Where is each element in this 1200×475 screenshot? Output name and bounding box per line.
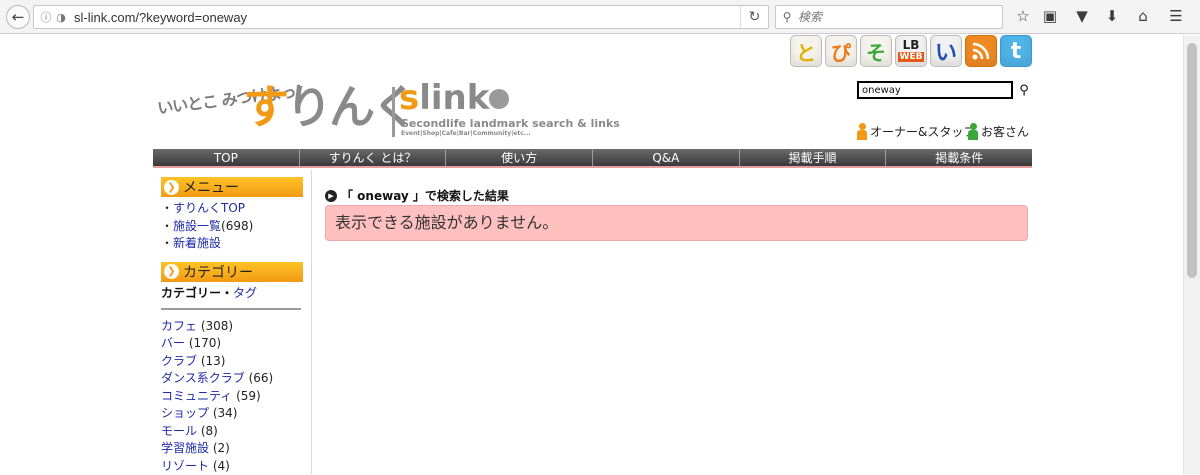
category-heading: ❯ カテゴリー [161,262,303,282]
site-search-input[interactable] [857,81,1013,99]
guest-link[interactable]: お客さん [968,122,1029,140]
nav-top[interactable]: TOP [153,149,300,166]
home-icon[interactable]: ⌂ [1133,6,1153,26]
category-item[interactable]: ショップ (34) [161,405,303,423]
twitter-icon[interactable]: t [1000,35,1032,67]
category-list: カフェ (308) バー (170) クラブ (13) ダンス系クラブ (66)… [161,318,303,475]
search-icon: ⚲ [1019,83,1029,98]
person-orange-icon [857,123,867,140]
logo-en-big: slink [399,79,489,117]
sidebar: ❯ メニュー ・すりんくTOP ・施設一覧(698) ・新着施設 ❯ カテゴリー… [161,177,303,475]
result-heading: ▶ 「 oneway 」で検索した結果 [325,187,509,204]
pocket-icon[interactable]: ▼ [1072,6,1092,26]
downloads-icon[interactable]: ⬇ [1102,6,1122,26]
no-results-message: 表示できる施設がありません。 [325,205,1028,241]
globe-icon [489,89,509,109]
scrollbar-thumb[interactable] [1187,43,1197,278]
menu-item[interactable]: ・施設一覧(698) [161,218,303,236]
menu-hamburger-icon[interactable]: ☰ [1166,6,1186,26]
category-item[interactable]: 学習施設 (2) [161,440,303,458]
back-arrow-icon: ← [12,8,25,26]
nav-listing-steps[interactable]: 掲載手順 [740,149,887,166]
search-icon: ⚲ [776,10,798,24]
library-icon[interactable]: ▣ [1040,6,1060,26]
site-logo[interactable]: いいとこ みつけよっ! すりんく slink Secondlife landma… [157,85,597,141]
reload-button[interactable]: ↻ [740,6,768,28]
content-divider [311,170,312,474]
arrow-right-icon: ❯ [164,180,179,195]
tab-tag[interactable]: タグ [233,286,257,300]
logo-jp-big: すりんく [243,81,415,133]
info-icon[interactable]: ⓘ [38,9,54,25]
owner-staff-link[interactable]: オーナー&スタッフ [857,122,975,140]
shield-icon[interactable]: ◑ [54,11,68,24]
social-so-icon[interactable]: そ [860,35,892,67]
logo-subtagline: Event|Shop|Cafe|Bar|Community|etc... [401,130,531,137]
browser-search-input[interactable] [798,10,993,24]
sidebar-divider [161,308,301,310]
social-lbweb-icon[interactable]: LB WEB [895,35,927,67]
category-item[interactable]: リゾート (4) [161,458,303,475]
rss-glyph-icon [972,42,990,60]
logo-tagline: Secondlife landmark search & links [401,117,620,130]
back-button[interactable]: ← [6,5,30,29]
category-tabs: カテゴリー・タグ [161,285,303,302]
menu-heading: ❯ メニュー [161,177,303,197]
url-text[interactable]: sl-link.com/?keyword=oneway [74,10,247,25]
social-pi-icon[interactable]: ぴ [825,35,857,67]
page-content: と ぴ そ LB WEB い t いいとこ みつけよっ! すりんく slink … [0,35,1200,474]
category-item[interactable]: モール (8) [161,423,303,441]
nav-qa[interactable]: Q&A [593,149,740,166]
main-nav: TOP すりんく とは？ 使い方 Q&A 掲載手順 掲載条件 [153,149,1032,168]
category-item[interactable]: バー (170) [161,335,303,353]
person-green-icon [968,123,978,140]
logo-divider [392,87,395,137]
play-circle-icon: ▶ [325,190,337,202]
nav-about[interactable]: すりんく とは？ [300,149,447,166]
social-tobi-icon[interactable]: と [790,35,822,67]
browser-search-bar[interactable]: ⚲ [775,5,1003,29]
category-item[interactable]: クラブ (13) [161,353,303,371]
browser-toolbar: ← ⓘ ◑ sl-link.com/?keyword=oneway ↻ ⚲ ☆ … [0,0,1200,34]
rss-icon[interactable] [965,35,997,67]
reload-icon: ↻ [749,9,761,25]
category-item[interactable]: ダンス系クラブ (66) [161,370,303,388]
social-ii-icon[interactable]: い [930,35,962,67]
menu-list: ・すりんくTOP ・施設一覧(698) ・新着施設 [161,200,303,253]
site-search-button[interactable]: ⚲ [1016,81,1032,99]
nav-how-to-use[interactable]: 使い方 [446,149,593,166]
arrow-right-icon: ❯ [164,264,179,279]
category-item[interactable]: コミュニティ (59) [161,388,303,406]
tab-category[interactable]: カテゴリー [161,286,221,300]
menu-item[interactable]: ・新着施設 [161,235,303,253]
category-item[interactable]: カフェ (308) [161,318,303,336]
url-bar[interactable]: ⓘ ◑ sl-link.com/?keyword=oneway ↻ [33,5,769,29]
nav-listing-conditions[interactable]: 掲載条件 [886,149,1032,166]
menu-item[interactable]: ・すりんくTOP [161,200,303,218]
bookmark-star-icon[interactable]: ☆ [1013,6,1033,26]
page-scrollbar[interactable] [1183,35,1200,474]
